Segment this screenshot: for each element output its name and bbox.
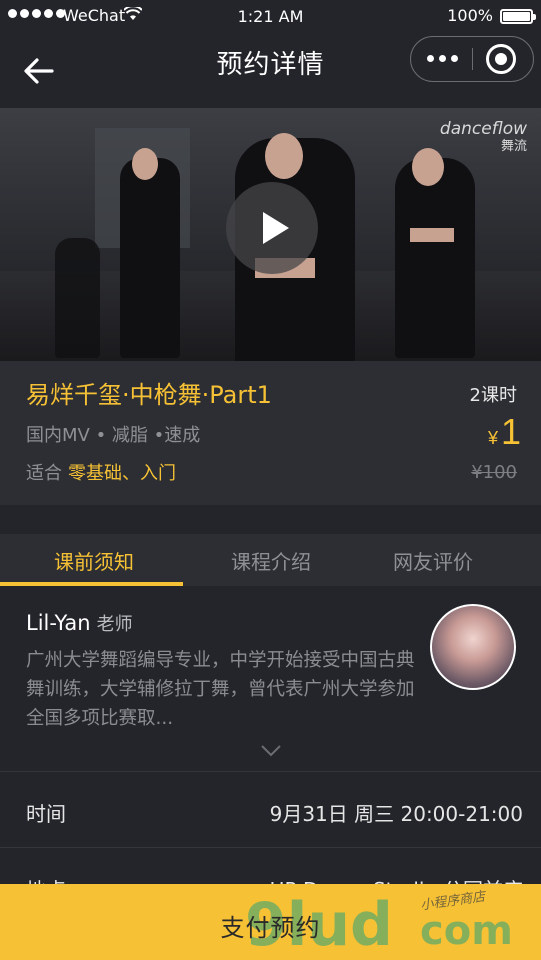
suitable-level: 适合 零基础、入门 xyxy=(26,459,176,485)
more-dots-icon[interactable] xyxy=(411,37,473,80)
price-value: 1 xyxy=(500,411,521,452)
close-target-icon[interactable] xyxy=(486,44,516,74)
capsule-divider xyxy=(472,48,473,70)
tab-bar: 课前须知 课程介绍 网友评价 xyxy=(0,534,541,586)
tab-reviews[interactable]: 网友评价 xyxy=(343,546,523,575)
lesson-count: 2课时 xyxy=(469,385,517,406)
avatar xyxy=(430,604,516,690)
course-tags: 国内MV • 减脂 •速成 xyxy=(26,425,201,446)
price-symbol: ¥ xyxy=(487,428,498,448)
dancer-figure xyxy=(55,238,100,358)
tab-intro[interactable]: 课程介绍 xyxy=(181,546,361,575)
play-icon[interactable] xyxy=(226,182,318,274)
dancer-figure xyxy=(120,158,180,358)
dancer-figure xyxy=(410,228,454,242)
video-player[interactable]: danceflow 舞流 xyxy=(0,108,541,361)
pay-button[interactable]: 9lud 小程序商店 com 支付预约 xyxy=(0,884,541,960)
time-label: 时间 xyxy=(26,802,66,826)
dancer-figure xyxy=(395,158,475,358)
status-bar: WeChat 1:21 AM 100% xyxy=(0,0,541,32)
course-info: 易烊千玺·中枪舞·Part1 2课时 国内MV • 减脂 •速成 ¥1 适合 零基… xyxy=(0,361,541,505)
dancer-figure xyxy=(265,133,303,179)
battery-icon xyxy=(500,9,536,24)
suitable-label: 适合 xyxy=(26,463,62,484)
nav-bar: 预约详情 xyxy=(0,32,541,108)
time-row: 时间 9月31日 周三 20:00-21:00 xyxy=(0,772,541,848)
course-price: ¥1 xyxy=(488,411,521,453)
watermark-sub: 舞流 xyxy=(500,139,527,154)
time-value: 9月31日 周三 20:00-21:00 xyxy=(269,802,523,826)
teacher-name-line: Lil-Yan 老师 xyxy=(26,610,133,636)
teacher-description: 广州大学舞蹈编导专业，中学开始接受中国古典舞训练，大学辅修拉丁舞，曾代表广州大学… xyxy=(26,650,415,729)
original-price: ¥100 xyxy=(471,462,517,483)
teacher-role: 老师 xyxy=(96,614,133,635)
teacher-card: Lil-Yan 老师 广州大学舞蹈编导专业，中学开始接受中国古典舞训练，大学辅修拉… xyxy=(0,586,541,772)
battery-percent: 100% xyxy=(447,6,493,25)
miniprogram-capsule xyxy=(410,36,534,82)
watermark-brand: danceflow xyxy=(439,119,527,139)
chevron-down-icon[interactable] xyxy=(261,742,281,757)
pay-button-label: 支付预约 xyxy=(220,914,321,942)
course-title: 易烊千玺·中枪舞·Part1 xyxy=(26,381,272,409)
page: WeChat 1:21 AM 100% 预约详情 danceflow 舞流 易烊… xyxy=(0,0,541,960)
teacher-name: Lil-Yan xyxy=(26,611,91,635)
dancer-figure xyxy=(132,148,158,180)
danceflow-watermark: danceflow 舞流 xyxy=(440,120,527,156)
tab-notice[interactable]: 课前须知 xyxy=(4,546,184,575)
suitable-value: 零基础、入门 xyxy=(68,463,176,484)
